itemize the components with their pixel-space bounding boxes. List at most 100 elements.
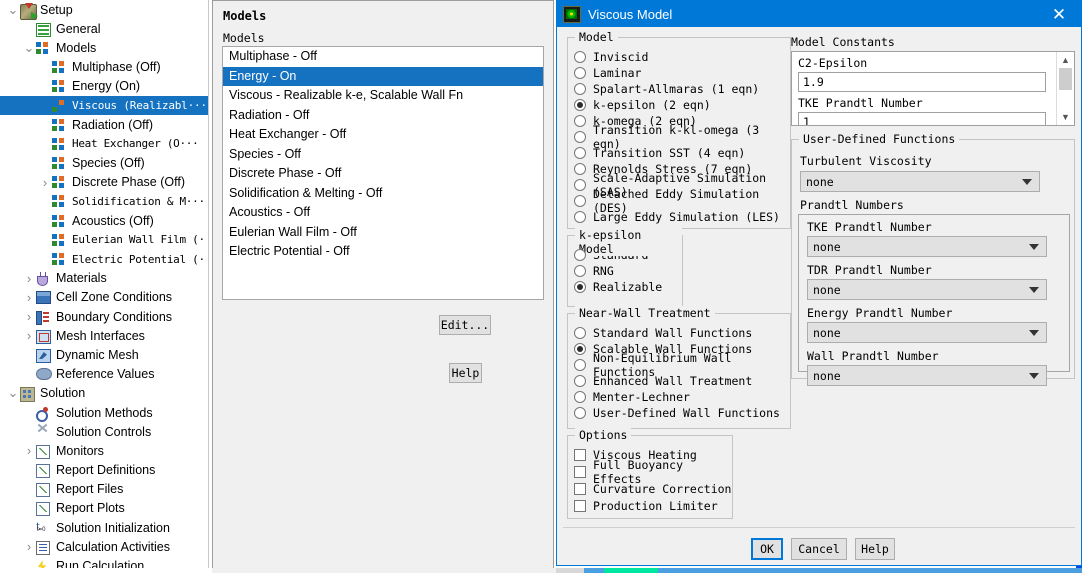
outline-tree-list[interactable]: ⌄SetupGeneral⌄ModelsMultiphase (Off)Ener…	[0, 0, 209, 573]
radio-inviscid[interactable]: Inviscid	[574, 49, 790, 65]
tree-item-viscous-realizabl[interactable]: Viscous (Realizabl···	[0, 96, 209, 115]
radio-standard-wall-functions[interactable]: Standard Wall Functions	[574, 325, 790, 341]
radio-indicator[interactable]	[574, 391, 586, 403]
radio-k-epsilon-2-eqn[interactable]: k-epsilon (2 eqn)	[574, 97, 790, 113]
radio-indicator[interactable]	[574, 327, 586, 339]
radio-indicator[interactable]	[574, 147, 586, 159]
tree-item-electric-potential[interactable]: Electric Potential (·	[0, 249, 209, 268]
scrollbar-thumb[interactable]	[1059, 68, 1072, 90]
model-list-item[interactable]: Eulerian Wall Film - Off	[223, 223, 543, 243]
tree-item-dynamic-mesh[interactable]: Dynamic Mesh	[0, 345, 209, 364]
tree-item-acoustics-off[interactable]: Acoustics (Off)	[0, 211, 209, 230]
radio-indicator[interactable]	[574, 83, 586, 95]
checkbox-curvature-correction[interactable]: Curvature Correction	[574, 480, 732, 497]
checkbox-indicator[interactable]	[574, 449, 586, 461]
chevron-right-icon[interactable]: ›	[22, 291, 36, 304]
model-list-item[interactable]: Acoustics - Off	[223, 203, 543, 223]
tree-item-radiation-off[interactable]: Radiation (Off)	[0, 115, 209, 134]
chevron-right-icon[interactable]: ›	[22, 444, 36, 457]
tree-item-boundary-conditions[interactable]: ›Boundary Conditions	[0, 307, 209, 326]
radio-large-eddy-simulation-les[interactable]: Large Eddy Simulation (LES)	[574, 209, 790, 225]
tree-item-solution-initialization[interactable]: Solution Initialization	[0, 518, 209, 537]
model-list-item[interactable]: Viscous - Realizable k-e, Scalable Wall …	[223, 86, 543, 106]
outline-tree-panel[interactable]: ⌄SetupGeneral⌄ModelsMultiphase (Off)Ener…	[0, 0, 209, 573]
chevron-right-icon[interactable]: ›	[22, 310, 36, 323]
prandtl-dropdown[interactable]: none	[807, 236, 1047, 257]
options-checkbox-list[interactable]: Viscous HeatingFull Buoyancy EffectsCurv…	[568, 436, 732, 514]
scroll-down-icon[interactable]: ▼	[1057, 109, 1074, 125]
tree-item-heat-exchanger-o[interactable]: Heat Exchanger (O···	[0, 134, 209, 153]
radio-indicator[interactable]	[574, 407, 586, 419]
model-list-item[interactable]: Multiphase - Off	[223, 47, 543, 67]
tree-item-setup[interactable]: ⌄Setup	[0, 0, 209, 19]
radio-indicator[interactable]	[574, 67, 586, 79]
radio-indicator[interactable]	[574, 211, 586, 223]
scroll-up-icon[interactable]: ▲	[1057, 52, 1074, 68]
near-wall-radio-list[interactable]: Standard Wall FunctionsScalable Wall Fun…	[568, 314, 790, 421]
radio-realizable[interactable]: Realizable	[574, 279, 682, 295]
tree-item-report-definitions[interactable]: Report Definitions	[0, 461, 209, 480]
model-list-item[interactable]: Solidification & Melting - Off	[223, 184, 543, 204]
models-list[interactable]: Multiphase - OffEnergy - OnViscous - Rea…	[222, 46, 544, 300]
checkbox-full-buoyancy-effects[interactable]: Full Buoyancy Effects	[574, 463, 732, 480]
radio-indicator[interactable]	[574, 131, 586, 143]
chevron-right-icon[interactable]: ›	[22, 540, 36, 553]
model-list-item[interactable]: Energy - On	[223, 67, 543, 87]
radio-transition-k-kl-omega-3-eqn[interactable]: Transition k-kl-omega (3 eqn)	[574, 129, 790, 145]
radio-indicator[interactable]	[574, 281, 586, 293]
chevron-right-icon[interactable]: ›	[22, 329, 36, 342]
radio-user-defined-wall-functions[interactable]: User-Defined Wall Functions	[574, 405, 790, 421]
constant-input[interactable]: 1.9	[798, 72, 1046, 92]
turbulent-viscosity-dropdown[interactable]: none	[800, 171, 1040, 192]
ok-button[interactable]: OK	[751, 538, 783, 560]
tree-item-energy-on[interactable]: Energy (On)	[0, 77, 209, 96]
model-constants-panel[interactable]: C2-Epsilon1.9TKE Prandtl Number1 ▲ ▼	[791, 51, 1075, 126]
constant-input[interactable]: 1	[798, 112, 1046, 126]
radio-indicator[interactable]	[574, 265, 586, 277]
prandtl-field-list[interactable]: TKE Prandtl NumbernoneTDR Prandtl Number…	[799, 215, 1069, 386]
radio-rng[interactable]: RNG	[574, 263, 682, 279]
chevron-right-icon[interactable]: ›	[22, 272, 36, 285]
tree-item-reference-values[interactable]: Reference Values	[0, 365, 209, 384]
radio-indicator[interactable]	[574, 115, 586, 127]
tree-item-solidification-m[interactable]: Solidification & M···	[0, 192, 209, 211]
tree-item-monitors[interactable]: ›Monitors	[0, 441, 209, 460]
model-list-item[interactable]: Heat Exchanger - Off	[223, 125, 543, 145]
model-list-item[interactable]: Discrete Phase - Off	[223, 164, 543, 184]
chevron-right-icon[interactable]: ›	[38, 176, 52, 189]
close-icon[interactable]: ✕	[1037, 1, 1081, 27]
radio-indicator[interactable]	[574, 375, 586, 387]
tree-item-eulerian-wall-film[interactable]: Eulerian Wall Film (·	[0, 230, 209, 249]
edit-button[interactable]: Edit...	[439, 315, 491, 335]
model-constants-scrollbar[interactable]: ▲ ▼	[1056, 52, 1074, 125]
radio-spalart-allmaras-1-eqn[interactable]: Spalart-Allmaras (1 eqn)	[574, 81, 790, 97]
tree-item-models[interactable]: ⌄Models	[0, 38, 209, 57]
tree-item-materials[interactable]: ›Materials	[0, 269, 209, 288]
chevron-down-icon[interactable]: ⌄	[22, 45, 36, 51]
radio-menter-lechner[interactable]: Menter-Lechner	[574, 389, 790, 405]
radio-indicator[interactable]	[574, 359, 586, 371]
prandtl-dropdown[interactable]: none	[807, 365, 1047, 386]
radio-indicator[interactable]	[574, 163, 586, 175]
model-radio-list[interactable]: InviscidLaminarSpalart-Allmaras (1 eqn)k…	[568, 38, 790, 225]
model-list-item[interactable]: Electric Potential - Off	[223, 242, 543, 262]
cancel-button[interactable]: Cancel	[791, 538, 847, 560]
checkbox-indicator[interactable]	[574, 483, 586, 495]
chevron-down-icon[interactable]: ⌄	[6, 390, 20, 396]
model-list-item[interactable]: Species - Off	[223, 145, 543, 165]
tree-item-solution-methods[interactable]: Solution Methods	[0, 403, 209, 422]
tree-item-discrete-phase-off[interactable]: ›Discrete Phase (Off)	[0, 173, 209, 192]
radio-non-equilibrium-wall-functions[interactable]: Non-Equilibrium Wall Functions	[574, 357, 790, 373]
models-help-button[interactable]: Help	[449, 363, 482, 383]
checkbox-indicator[interactable]	[574, 466, 586, 478]
prandtl-dropdown[interactable]: none	[807, 279, 1047, 300]
radio-laminar[interactable]: Laminar	[574, 65, 790, 81]
dialog-help-button[interactable]: Help	[855, 538, 895, 560]
radio-indicator[interactable]	[574, 343, 586, 355]
radio-indicator[interactable]	[574, 51, 586, 63]
prandtl-dropdown[interactable]: none	[807, 322, 1047, 343]
model-list-item[interactable]: Radiation - Off	[223, 106, 543, 126]
radio-indicator[interactable]	[574, 249, 586, 261]
tree-item-report-plots[interactable]: Report Plots	[0, 499, 209, 518]
radio-detached-eddy-simulation-des[interactable]: Detached Eddy Simulation (DES)	[574, 193, 790, 209]
